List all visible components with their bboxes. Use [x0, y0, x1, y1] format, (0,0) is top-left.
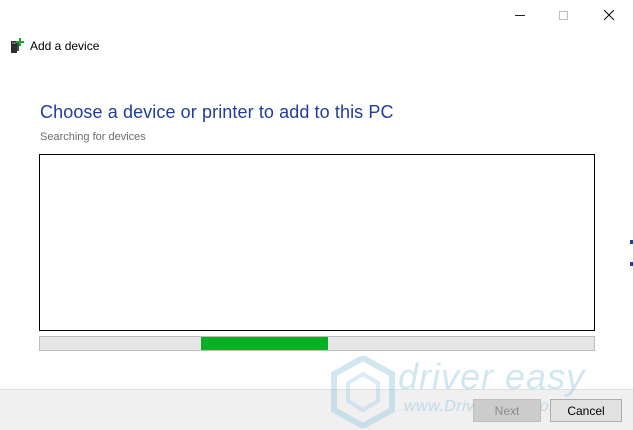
add-device-icon	[11, 38, 24, 53]
page-heading: Choose a device or printer to add to thi…	[40, 102, 394, 122]
maximize-button[interactable]	[540, 0, 586, 30]
dialog-title: Add a device	[30, 39, 100, 53]
minimize-button[interactable]	[497, 0, 543, 30]
search-status: Searching for devices	[40, 131, 146, 143]
progress-indicator	[200, 337, 329, 350]
cancel-button[interactable]: Cancel	[550, 399, 622, 422]
add-device-window: Add a device Choose a device or printer …	[0, 0, 634, 430]
device-list[interactable]	[39, 154, 595, 331]
next-button[interactable]: Next	[473, 399, 541, 422]
close-button[interactable]	[586, 0, 632, 30]
window-edge-marker	[630, 240, 633, 266]
minimize-icon	[515, 14, 525, 16]
maximize-icon	[558, 10, 568, 20]
search-progress-bar	[39, 336, 595, 351]
close-icon	[604, 10, 614, 20]
dialog-header: Add a device	[10, 36, 99, 56]
